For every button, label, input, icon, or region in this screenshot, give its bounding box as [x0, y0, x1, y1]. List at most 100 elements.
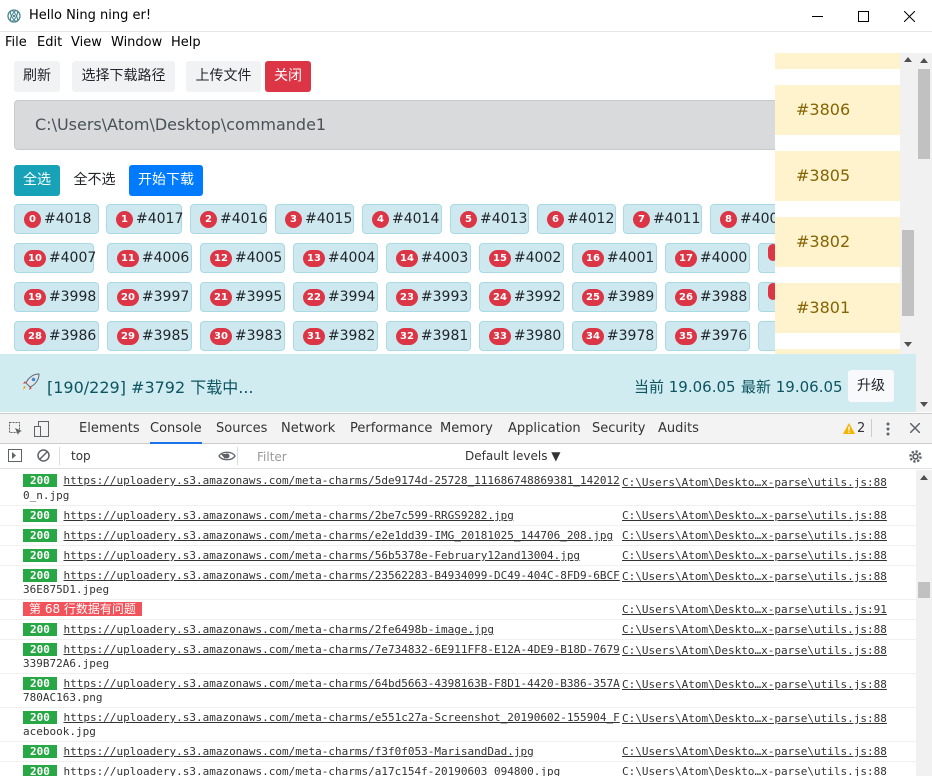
app-scrollbar[interactable]	[916, 53, 932, 412]
source-link[interactable]: C:\Users\Atom\Deskto…x-parse\utils.js:88	[622, 570, 887, 583]
log-url-continuation[interactable]: 36E875D1.jpeg	[23, 583, 109, 596]
source-link[interactable]: C:\Users\Atom\Deskto…x-parse\utils.js:88	[622, 644, 887, 657]
upload-file-button[interactable]: 上传文件	[186, 61, 261, 92]
scroll-up-icon[interactable]	[920, 475, 928, 480]
select-all-button[interactable]: 全选	[14, 165, 60, 196]
log-levels-dropdown[interactable]: Default levels ▼	[465, 449, 561, 463]
context-selector[interactable]: top	[71, 449, 91, 463]
log-url[interactable]: https://uploadery.s3.amazonaws.com/meta-…	[64, 529, 614, 542]
tab-audits[interactable]: Audits	[658, 421, 699, 436]
log-url-continuation[interactable]: 339B72A6.jpeg	[23, 657, 109, 670]
scroll-up-icon[interactable]	[920, 58, 928, 63]
order-chip[interactable]: 29 #3985	[107, 321, 192, 351]
order-chip[interactable]: 28 #3986	[14, 321, 99, 351]
order-chip[interactable]: 11 #4006	[107, 243, 192, 273]
order-chip[interactable]: 10 #4007	[14, 243, 96, 273]
order-chip[interactable]: 21 #3995	[200, 282, 285, 312]
start-download-button[interactable]: 开始下载	[129, 165, 203, 196]
order-chip[interactable]: 1 #4017	[106, 204, 183, 234]
order-card[interactable]: #3806	[775, 85, 900, 135]
tab-sources[interactable]: Sources	[216, 421, 267, 436]
download-path-field[interactable]: C:\Users\Atom\Desktop\commande1	[14, 100, 804, 150]
tab-network[interactable]: Network	[281, 421, 335, 436]
tab-application[interactable]: Application	[508, 421, 581, 436]
scroll-up-icon[interactable]	[904, 57, 912, 62]
log-url[interactable]: https://uploadery.s3.amazonaws.com/meta-…	[64, 677, 620, 690]
tab-security[interactable]: Security	[592, 421, 645, 436]
menu-help[interactable]: Help	[171, 35, 201, 50]
order-chip[interactable]: 13 #4004	[293, 243, 378, 273]
menu-window[interactable]: Window	[111, 35, 162, 50]
source-link[interactable]: C:\Users\Atom\Deskto…x-parse\utils.js:88	[622, 712, 887, 725]
order-chip[interactable]: 12 #4005	[200, 243, 285, 273]
menu-edit[interactable]: Edit	[37, 35, 62, 50]
order-chip[interactable]: 26 #3988	[665, 282, 750, 312]
log-url[interactable]: https://uploadery.s3.amazonaws.com/meta-…	[64, 474, 620, 487]
eye-icon[interactable]	[218, 450, 236, 462]
order-chip[interactable]: 7 #4011	[623, 204, 702, 234]
source-link[interactable]: C:\Users\Atom\Deskto…x-parse\utils.js:88	[622, 623, 887, 636]
order-chip[interactable]: 4 #4014	[362, 204, 442, 234]
order-chip[interactable]: 20 #3997	[107, 282, 192, 312]
log-url[interactable]: https://uploadery.s3.amazonaws.com/meta-…	[64, 549, 581, 562]
order-chip[interactable]: 25 #3989	[572, 282, 657, 312]
order-card[interactable]: #3805	[775, 151, 900, 201]
warning-count[interactable]: 2	[857, 421, 865, 436]
order-chip[interactable]: 30 #3983	[200, 321, 285, 351]
order-chip[interactable]: 15 #4002	[479, 243, 564, 273]
order-chip[interactable]: 6 #4012	[537, 204, 616, 234]
source-link[interactable]: C:\Users\Atom\Deskto…x-parse\utils.js:88	[622, 509, 887, 522]
tab-performance[interactable]: Performance	[350, 421, 432, 436]
show-sidebar-icon[interactable]	[8, 449, 22, 462]
log-url[interactable]: https://uploadery.s3.amazonaws.com/meta-…	[64, 569, 620, 582]
device-toolbar-icon[interactable]	[34, 421, 50, 437]
scroll-down-icon[interactable]	[904, 342, 912, 347]
log-url[interactable]: https://uploadery.s3.amazonaws.com/meta-…	[64, 623, 494, 636]
log-url[interactable]: https://uploadery.s3.amazonaws.com/meta-…	[64, 643, 620, 656]
menu-view[interactable]: View	[71, 35, 102, 50]
order-chip[interactable]: 24 #3992	[479, 282, 564, 312]
log-url-continuation[interactable]: acebook.jpg	[23, 725, 96, 738]
console-scrollbar[interactable]	[916, 470, 932, 776]
upgrade-button[interactable]: 升级	[848, 370, 894, 402]
log-url[interactable]: https://uploadery.s3.amazonaws.com/meta-…	[64, 745, 534, 758]
clear-console-icon[interactable]	[37, 449, 50, 462]
scroll-thumb[interactable]	[902, 230, 914, 316]
source-link[interactable]: C:\Users\Atom\Deskto…x-parse\utils.js:88	[622, 765, 887, 776]
order-chip[interactable]: 3 #4015	[275, 204, 354, 234]
order-chip[interactable]: 0 #4018	[14, 204, 99, 234]
order-chip[interactable]: 17 #4000	[665, 243, 750, 273]
scroll-thumb[interactable]	[918, 69, 930, 159]
choose-path-button[interactable]: 选择下载路径	[72, 61, 175, 92]
warning-icon[interactable]	[843, 423, 855, 434]
minimize-button[interactable]	[794, 0, 840, 32]
order-chip[interactable]: 33 #3980	[479, 321, 564, 351]
inspect-element-icon[interactable]	[9, 422, 23, 436]
log-url[interactable]: https://uploadery.s3.amazonaws.com/meta-…	[64, 711, 620, 724]
order-chip[interactable]: 34 #3978	[572, 321, 657, 351]
order-card-partial[interactable]	[775, 53, 900, 69]
log-url-continuation[interactable]: 780AC163.png	[23, 691, 102, 704]
order-chip[interactable]: 14 #4003	[386, 243, 471, 273]
order-chip[interactable]: 22 #3994	[293, 282, 378, 312]
log-url[interactable]: https://uploadery.s3.amazonaws.com/meta-…	[64, 765, 561, 776]
tab-elements[interactable]: Elements	[79, 421, 140, 436]
close-app-button[interactable]: 关闭	[265, 61, 311, 92]
filter-input[interactable]: Filter	[250, 446, 456, 466]
log-url[interactable]: https://uploadery.s3.amazonaws.com/meta-…	[64, 509, 514, 522]
refresh-button[interactable]: 刷新	[14, 61, 60, 92]
close-window-button[interactable]	[886, 0, 932, 32]
tab-console[interactable]: Console	[150, 421, 202, 444]
order-card[interactable]: #3801	[775, 283, 900, 333]
tab-memory[interactable]: Memory	[440, 421, 493, 436]
select-none-button[interactable]: 全不选	[64, 165, 125, 196]
source-link[interactable]: C:\Users\Atom\Deskto…x-parse\utils.js:88	[622, 476, 887, 489]
order-chip[interactable]: 23 #3993	[386, 282, 471, 312]
order-card[interactable]: #3802	[775, 217, 900, 267]
source-link[interactable]: C:\Users\Atom\Deskto…x-parse\utils.js:88	[622, 678, 887, 691]
order-chip[interactable]: 32 #3981	[386, 321, 471, 351]
source-link[interactable]: C:\Users\Atom\Deskto…x-parse\utils.js:88	[622, 529, 887, 542]
scroll-thumb[interactable]	[918, 582, 930, 598]
close-devtools-icon[interactable]	[910, 423, 920, 433]
order-chip[interactable]: 19 #3998	[14, 282, 99, 312]
